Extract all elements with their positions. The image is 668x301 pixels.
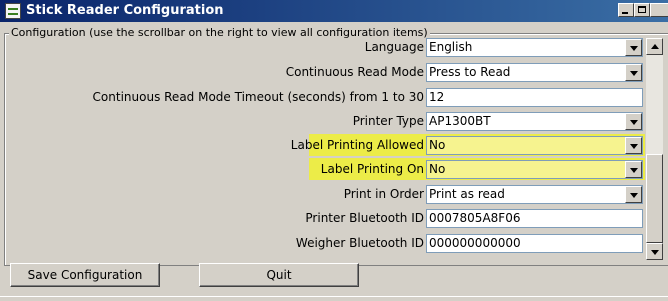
config-row-label: Printer Bluetooth ID: [305, 211, 424, 225]
config-row-label: Print in Order: [343, 187, 424, 201]
config-row: Weigher Bluetooth ID 000000000000: [0, 232, 643, 254]
window-bottom-edge: [0, 296, 668, 301]
quit-button[interactable]: Quit: [199, 263, 359, 287]
dropdown-arrow-icon[interactable]: [625, 137, 642, 154]
app-icon: [5, 3, 21, 19]
config-row: Printer Type AP1300BT: [0, 110, 643, 132]
config-row-label: Weigher Bluetooth ID: [295, 236, 424, 250]
config-row: Label Printing Allowed No: [291, 134, 645, 156]
config-row: Continuous Read Mode Press to Read: [0, 61, 643, 83]
config-dropdown[interactable]: AP1300BT: [426, 112, 643, 131]
config-row-label: Label Printing Allowed: [290, 138, 424, 152]
minimize-button[interactable]: [618, 3, 634, 17]
config-dropdown[interactable]: English: [426, 38, 643, 57]
config-row-label: Label Printing On: [320, 162, 424, 176]
scroll-thumb[interactable]: [646, 154, 663, 243]
config-text-field[interactable]: 000000000000: [426, 234, 643, 253]
config-text-field[interactable]: 12: [426, 88, 643, 107]
config-value: English: [429, 40, 473, 54]
dropdown-arrow-icon[interactable]: [625, 186, 642, 203]
scroll-down-button[interactable]: [646, 243, 663, 260]
config-dropdown[interactable]: No: [426, 136, 643, 155]
config-row-label: Printer Type: [352, 114, 424, 128]
config-row: Language English: [0, 36, 643, 58]
dropdown-arrow-icon[interactable]: [625, 39, 642, 56]
config-row: Printer Bluetooth ID 0007805A8F06: [0, 207, 643, 229]
dropdown-arrow-icon[interactable]: [625, 161, 642, 178]
config-row-label: Language: [364, 40, 424, 54]
config-value: AP1300BT: [429, 114, 491, 128]
dropdown-arrow-icon[interactable]: [625, 113, 642, 130]
config-dropdown[interactable]: Print as read: [426, 185, 643, 204]
config-row: Continuous Read Mode Timeout (seconds) f…: [0, 86, 643, 108]
config-value: No: [429, 138, 446, 152]
title-bar[interactable]: Stick Reader Configuration: [0, 0, 668, 22]
window-title: Stick Reader Configuration: [26, 3, 224, 18]
config-row: Label Printing On No: [309, 158, 645, 180]
dropdown-arrow-icon[interactable]: [625, 64, 642, 81]
config-value: 12: [429, 90, 445, 104]
config-dropdown[interactable]: Press to Read: [426, 63, 643, 82]
vertical-scrollbar[interactable]: [646, 38, 663, 260]
config-row-label: Continuous Read Mode: [285, 65, 424, 79]
config-text-field[interactable]: 0007805A8F06: [426, 209, 643, 228]
close-button[interactable]: [650, 3, 668, 17]
config-row-label: Continuous Read Mode Timeout (seconds) f…: [92, 90, 424, 104]
config-value: 0007805A8F06: [429, 211, 521, 225]
scroll-up-button[interactable]: [646, 38, 663, 55]
config-row: Print in Order Print as read: [0, 183, 643, 205]
save-configuration-button[interactable]: Save Configuration: [10, 263, 160, 287]
maximize-button[interactable]: [634, 3, 650, 17]
config-dropdown[interactable]: No: [426, 160, 643, 179]
config-value: Print as read: [429, 187, 505, 201]
config-value: Press to Read: [429, 65, 511, 79]
config-value: No: [429, 162, 446, 176]
config-value: 000000000000: [429, 236, 521, 250]
